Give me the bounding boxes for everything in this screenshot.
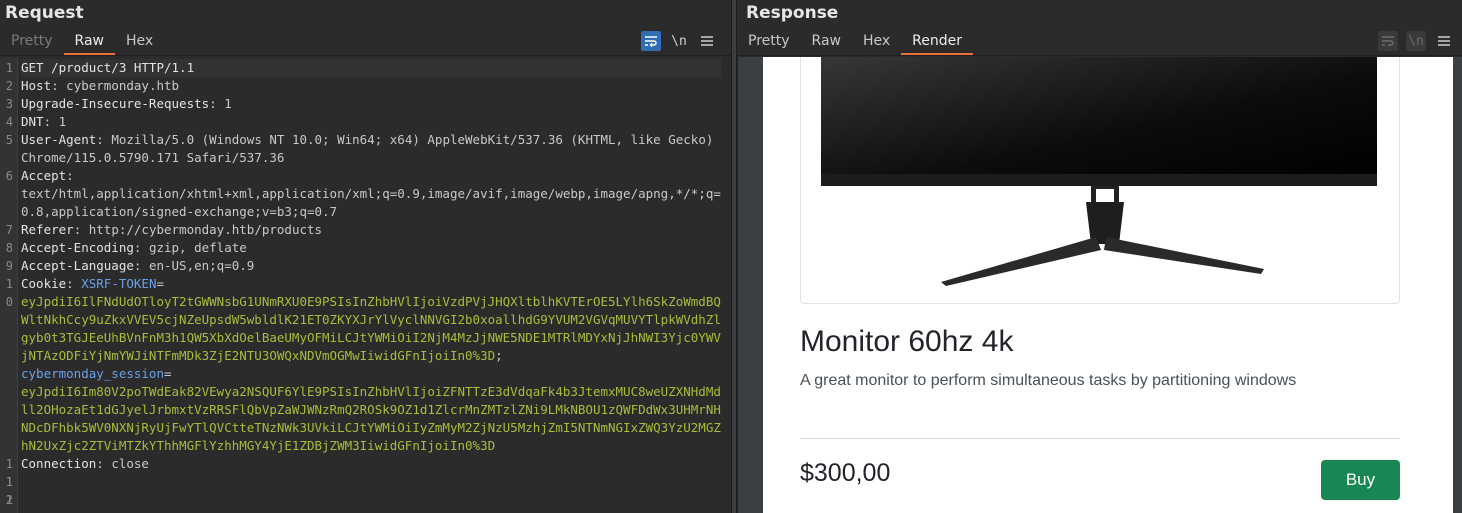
request-line: 8 Accept-Encoding: gzip, deflate [5,240,247,255]
request-code: 1 GET /product/3 HTTP/1.1 2 Host: cybermon… [0,59,721,513]
wrap-icon[interactable] [1378,31,1398,51]
xsrf-cookie-name: XSRF-TOKEN [81,276,157,291]
request-tab-pretty[interactable]: Pretty [0,31,64,55]
session-cookie-value: eyJpdiI6Im80V2poTWdEak82VEwya2NSQUF6YlE9… [21,384,721,453]
request-tab-raw[interactable]: Raw [63,31,115,55]
product-image-card [800,57,1400,304]
request-tabs: Pretty Raw Hex [0,31,164,55]
cookie-line: 10 Cookie: XSRF-TOKEN= eyJpdiI6IlFNdUdOTlo… [5,276,721,453]
response-toolbar: \n [1378,31,1454,51]
request-tab-divider [0,55,731,56]
menu-icon[interactable] [697,31,717,51]
request-line: 5 User-Agent: Mozilla/5.0 (Windows NT 10.… [5,132,721,165]
request-pane: Request Pretty Raw Hex \n 1 GET /product/… [0,0,731,513]
request-line: 4 DNT: 1 [5,114,67,129]
request-tab-hex[interactable]: Hex [115,31,164,55]
wrap-icon[interactable] [641,31,661,51]
response-pane: Response Pretty Raw Hex Render \n Monito… [737,0,1462,513]
request-line: 1 GET /product/3 HTTP/1.1 [0,59,721,77]
newline-toggle-button[interactable]: \n [669,31,689,51]
request-line: 12 [5,475,13,507]
newline-toggle-button[interactable]: \n [1406,31,1426,51]
request-line: 6 Accept: text/html,application/xhtml+xml,… [5,168,721,219]
request-title: Request [5,3,84,23]
divider [800,438,1400,439]
response-title: Response [746,3,839,23]
xsrf-cookie-value: eyJpdiI6IlFNdUdOTloyT2tGWWNsbG1UNmRXU0E9… [21,294,721,363]
monitor-image [821,57,1377,286]
response-tab-raw[interactable]: Raw [801,31,852,55]
request-line: 13 [5,493,13,513]
product-title: Monitor 60hz 4k [800,325,1014,358]
response-tabs: Pretty Raw Hex Render [737,31,974,55]
buy-button[interactable]: Buy [1321,460,1400,500]
response-tab-hex[interactable]: Hex [852,31,901,55]
product-price: $300,00 [800,459,891,487]
request-toolbar: \n [641,31,717,51]
menu-icon[interactable] [1434,31,1454,51]
response-tab-pretty[interactable]: Pretty [737,31,801,55]
request-line: 2 Host: cybermonday.htb [5,78,180,93]
request-line: 11 Connection: close [5,456,149,489]
response-tab-render[interactable]: Render [901,31,974,55]
request-line: 7 Referer: http://cybermonday.htb/product… [5,222,323,237]
product-description: A great monitor to perform simultaneous … [800,372,1297,389]
rendered-product-page: Monitor 60hz 4k A great monitor to perfo… [763,57,1453,513]
response-tab-divider [737,55,1462,56]
session-cookie-name: cybermonday_session [21,366,164,381]
request-line: 3 Upgrade-Insecure-Requests: 1 [5,96,232,111]
request-line: 9 Accept-Language: en-US,en;q=0.9 [5,258,255,273]
raw-request-editor[interactable]: 1 GET /product/3 HTTP/1.1 2 Host: cybermon… [0,57,731,513]
